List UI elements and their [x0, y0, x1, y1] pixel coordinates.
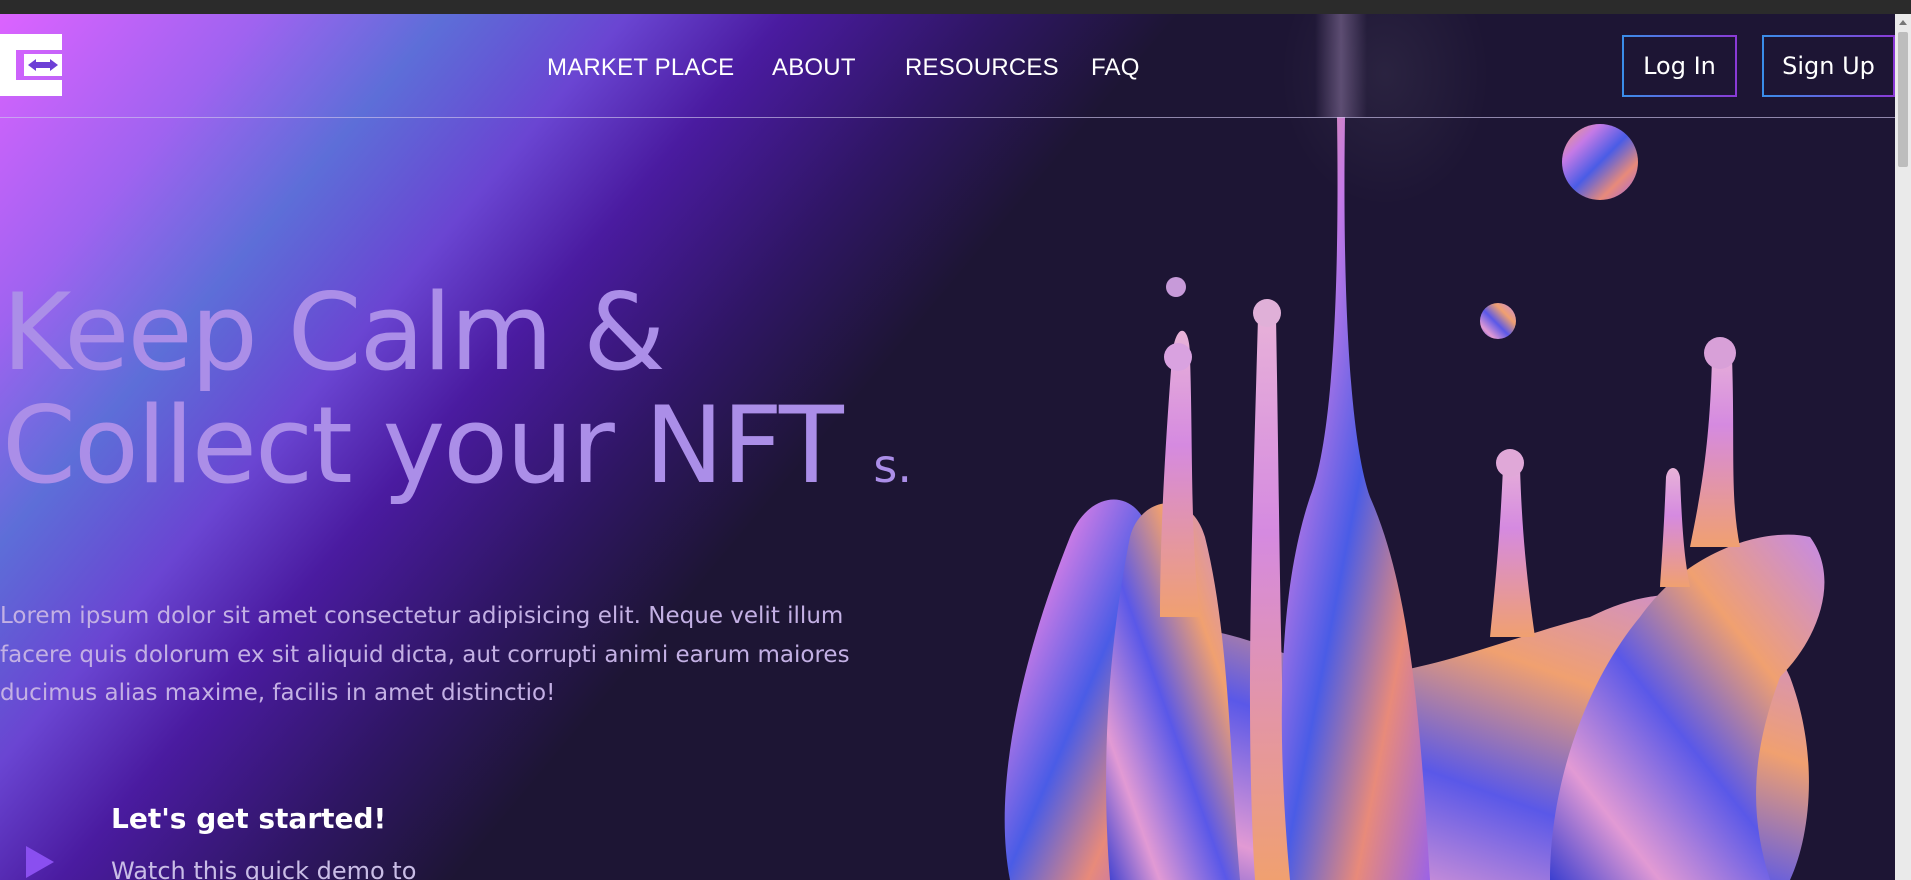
liquid-stem-far-right [1690, 343, 1740, 547]
nav-link-about[interactable]: ABOUT [772, 54, 856, 82]
scrollbar-thumb[interactable] [1898, 32, 1908, 167]
hero-title-line2: Collect your NFT [2, 384, 844, 507]
hero-title-suffix: s. [873, 439, 913, 493]
browser-top-strip [0, 0, 1911, 14]
landing-page: MARKET PLACE ABOUT RESOURCES FAQ Log In … [0, 14, 1895, 880]
site-header: MARKET PLACE ABOUT RESOURCES FAQ Log In … [0, 14, 1895, 118]
vertical-scrollbar[interactable] [1895, 14, 1911, 880]
droplet-medium [1480, 303, 1516, 339]
liquid-column-center [1281, 117, 1430, 880]
liquid-stem-small [1660, 468, 1690, 587]
liquid-stem-right [1490, 455, 1535, 637]
hero-title: Keep Calm & Collect your NFT s. [2, 276, 912, 523]
nav-link-faq[interactable]: FAQ [1091, 54, 1140, 82]
hero-description: Lorem ipsum dolor sit amet consectetur a… [0, 603, 850, 706]
logo-icon[interactable] [0, 34, 62, 96]
signup-button[interactable]: Sign Up [1762, 35, 1895, 97]
nft-liquid-artwork [1004, 117, 1825, 880]
login-button[interactable]: Log In [1622, 35, 1737, 97]
cta-heading: Let's get started! [111, 802, 387, 835]
play-icon[interactable] [24, 844, 56, 880]
cta-text: Watch this quick demo to [111, 857, 417, 880]
droplet-small [1166, 277, 1186, 297]
nav-link-resources[interactable]: RESOURCES [905, 54, 1059, 82]
scroll-up-arrow-icon[interactable] [1899, 20, 1907, 25]
droplet-large [1562, 124, 1638, 200]
hero-title-line1: Keep Calm & [2, 271, 666, 394]
nav-link-market-place[interactable]: MARKET PLACE [547, 54, 734, 82]
liquid-stem-left [1160, 330, 1200, 617]
